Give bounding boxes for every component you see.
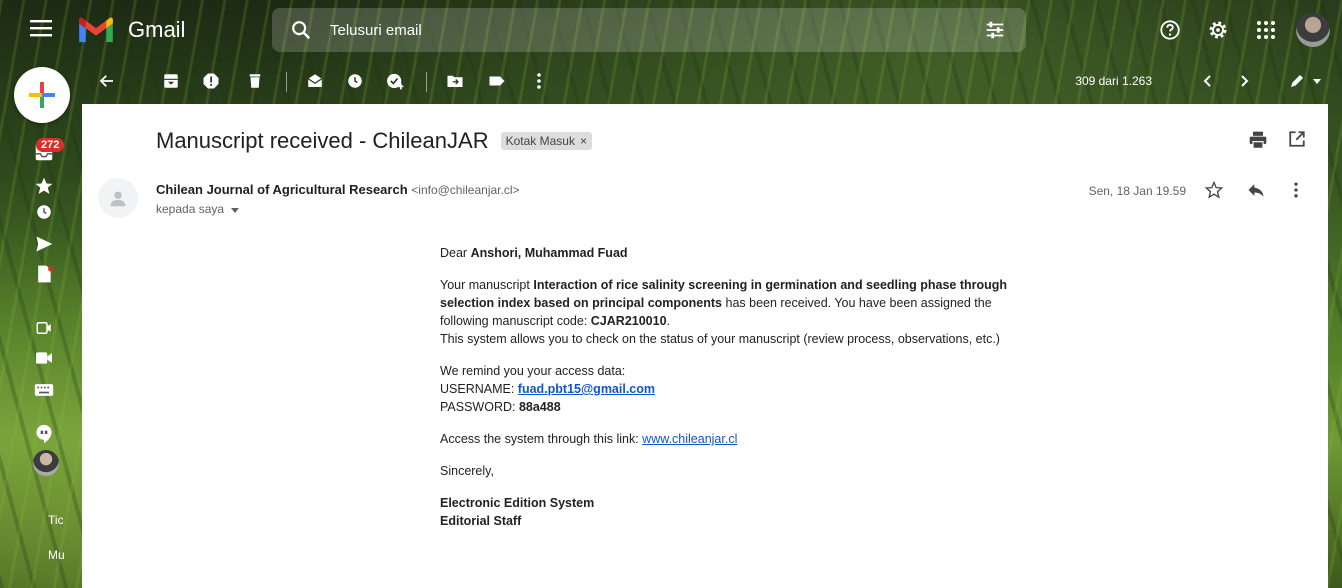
search-icon[interactable]	[290, 19, 312, 41]
open-in-new-window-icon[interactable]	[1288, 130, 1306, 148]
show-details-dropdown-icon[interactable]	[230, 206, 240, 214]
signature-line-2: Editorial Staff	[440, 514, 522, 528]
input-tools-dropdown-icon[interactable]	[1306, 70, 1328, 92]
hangouts-chat-icon[interactable]	[32, 422, 56, 446]
keyboard-icon[interactable]	[32, 378, 56, 402]
remind-text: We remind you your access data:	[440, 364, 626, 378]
label-chip-text: Kotak Masuk	[505, 134, 575, 148]
compose-button[interactable]	[14, 67, 70, 123]
access-prefix: Access the system through this link:	[440, 432, 643, 446]
starred-icon[interactable]	[32, 174, 56, 198]
settings-gear-icon[interactable]	[1200, 12, 1236, 48]
subject-row: Manuscript received - ChileanJAR Kotak M…	[156, 128, 592, 154]
account-avatar[interactable]	[1296, 13, 1330, 47]
sender-name[interactable]: Chilean Journal of Agricultural Research	[156, 182, 408, 197]
inbox-unread-badge: 272	[36, 138, 65, 152]
search-options-icon[interactable]	[984, 19, 1006, 41]
chat-contact-avatar[interactable]	[33, 450, 59, 476]
p1-end: .	[666, 314, 671, 328]
message-pane: Manuscript received - ChileanJAR Kotak M…	[82, 104, 1328, 588]
greeting-prefix: Dear	[440, 246, 471, 260]
username-link[interactable]: fuad.pbt15@gmail.com	[518, 382, 655, 396]
snoozed-icon[interactable]	[32, 200, 56, 224]
recipients-text: kepada saya	[156, 202, 225, 216]
sender-line: Chilean Journal of Agricultural Research…	[156, 182, 520, 197]
snooze-icon[interactable]	[344, 70, 366, 92]
password-value: 88a488	[518, 400, 561, 414]
pager-count: 309 dari 1.263	[1075, 74, 1152, 88]
sent-icon[interactable]	[32, 232, 56, 256]
recipient-name: Anshori, Muhammad Fuad	[470, 246, 628, 260]
remove-label-icon[interactable]: ×	[580, 134, 587, 148]
chat-contact-label[interactable]: Mu	[48, 548, 65, 562]
inbox-label-chip[interactable]: Kotak Masuk ×	[500, 132, 592, 150]
meet-icon[interactable]	[32, 316, 56, 340]
search-bar[interactable]	[272, 8, 1026, 52]
password-label: PASSWORD:	[440, 400, 519, 414]
email-date: Sen, 18 Jan 19.59	[1088, 184, 1186, 198]
greeting: Dear Anshori, Muhammad Fuad	[440, 244, 1030, 262]
manuscript-code: CJAR210010	[590, 314, 667, 328]
sender-avatar[interactable]	[98, 178, 138, 218]
main-menu-icon[interactable]	[28, 18, 54, 42]
older-chevron-icon[interactable]	[1234, 70, 1256, 92]
recipients-line[interactable]: kepada saya	[156, 202, 240, 216]
help-icon[interactable]	[1152, 12, 1188, 48]
toolbar-divider	[426, 72, 427, 92]
add-to-tasks-icon[interactable]	[384, 70, 406, 92]
report-spam-icon[interactable]	[200, 70, 222, 92]
message-toolbar: 309 dari 1.263	[82, 62, 1342, 102]
manuscript-paragraph: Your manuscript Interaction of rice sali…	[440, 276, 1030, 348]
site-link[interactable]: www.chileanjar.cl	[642, 432, 737, 446]
p1-prefix: Your manuscript	[440, 278, 534, 292]
compose-plus-icon	[29, 82, 55, 108]
top-bar: Gmail	[0, 0, 1342, 60]
video-call-icon[interactable]	[32, 346, 56, 370]
email-body: Dear Anshori, Muhammad Fuad Your manuscr…	[440, 244, 1030, 544]
access-link-paragraph: Access the system through this link: www…	[440, 430, 1030, 448]
drafts-icon[interactable]	[32, 262, 56, 286]
archive-icon[interactable]	[160, 70, 182, 92]
person-icon	[110, 191, 126, 207]
username-label: USERNAME:	[440, 382, 518, 396]
label-icon[interactable]	[486, 70, 508, 92]
toolbar-divider	[286, 72, 287, 92]
p1-line2: This system allows you to check on the s…	[440, 332, 1000, 346]
chat-contact-label[interactable]: Tic	[48, 513, 64, 527]
gmail-logo[interactable]: Gmail	[76, 16, 185, 44]
back-arrow-icon[interactable]	[96, 70, 118, 92]
closing: Sincerely,	[440, 464, 494, 478]
app-name: Gmail	[128, 17, 186, 42]
input-tools-pen-icon[interactable]	[1286, 70, 1308, 92]
print-icon[interactable]	[1248, 130, 1268, 150]
move-to-icon[interactable]	[444, 70, 466, 92]
mark-unread-icon[interactable]	[304, 70, 326, 92]
top-right-controls	[1140, 12, 1342, 48]
reply-icon[interactable]	[1246, 180, 1266, 200]
more-vert-icon[interactable]	[528, 70, 550, 92]
sender-email: <info@chileanjar.cl>	[411, 183, 520, 197]
more-options-icon[interactable]	[1286, 180, 1306, 200]
gmail-m-icon	[79, 17, 113, 43]
email-subject: Manuscript received - ChileanJAR	[156, 128, 489, 153]
search-input[interactable]	[330, 21, 930, 39]
signature-line-1: Electronic Edition System	[440, 496, 595, 510]
signature: Electronic Edition System Editorial Staf…	[440, 494, 1030, 530]
delete-icon[interactable]	[244, 70, 266, 92]
newer-chevron-icon[interactable]	[1196, 70, 1218, 92]
apps-grid-icon[interactable]	[1248, 12, 1284, 48]
star-icon[interactable]	[1204, 180, 1224, 200]
access-data-paragraph: We remind you your access data: USERNAME…	[440, 362, 1030, 416]
